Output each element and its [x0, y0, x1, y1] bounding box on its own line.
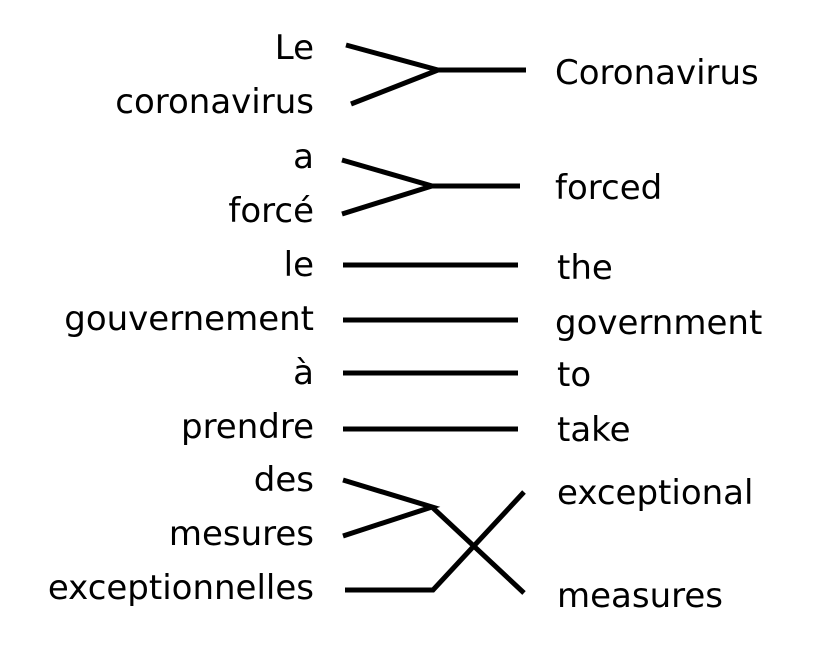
- source-words: Le coronavirus a forcé le gouvernement à…: [48, 28, 314, 608]
- source-word-le-2: le: [284, 245, 314, 285]
- source-word-a-accent: à: [293, 353, 314, 393]
- source-word-des: des: [254, 460, 314, 500]
- source-word-gouvernement: gouvernement: [64, 299, 314, 339]
- source-word-mesures: mesures: [169, 514, 314, 554]
- target-words: Coronavirus forced the government to tak…: [555, 53, 762, 616]
- source-word-le-1: Le: [275, 28, 314, 68]
- target-word-take: take: [557, 410, 631, 450]
- source-word-coronavirus: coronavirus: [115, 82, 314, 122]
- target-word-the: the: [557, 248, 613, 288]
- link-des-mesures-to-measures: [342, 477, 526, 595]
- target-word-exceptional: exceptional: [557, 473, 753, 513]
- alignment-links: [341, 42, 526, 595]
- target-word-forced: forced: [555, 168, 662, 208]
- target-word-measures: measures: [557, 576, 723, 616]
- source-word-exceptionnelles: exceptionnelles: [48, 568, 314, 608]
- link-a-force-to-forced: [341, 157, 520, 217]
- source-word-force: forcé: [228, 191, 314, 231]
- source-word-prendre: prendre: [181, 407, 314, 447]
- word-alignment-diagram: Le coronavirus a forcé le gouvernement à…: [48, 28, 762, 616]
- target-word-government: government: [555, 303, 762, 343]
- link-le-coronavirus-to-coronavirus: [345, 42, 526, 107]
- target-word-coronavirus: Coronavirus: [555, 53, 759, 93]
- source-word-a: a: [293, 137, 314, 177]
- target-word-to: to: [557, 355, 591, 395]
